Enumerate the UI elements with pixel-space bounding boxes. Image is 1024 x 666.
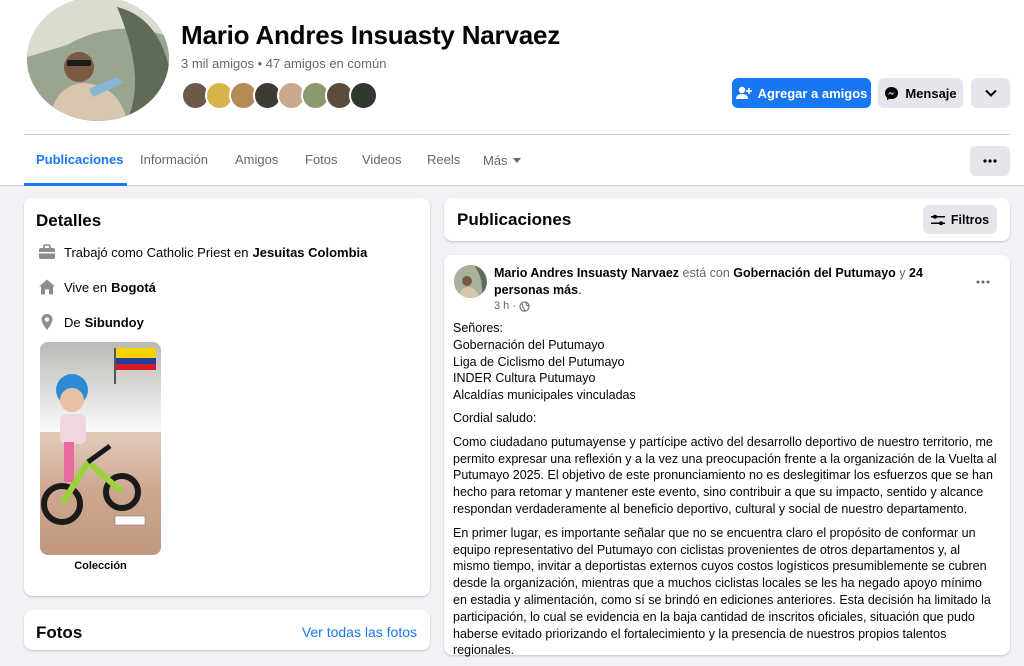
post-paragraph: Como ciudadano putumayense y partícipe a… xyxy=(453,434,997,516)
tab-informacion[interactable]: Información xyxy=(140,136,208,186)
photos-title: Fotos xyxy=(36,623,83,642)
collection-label[interactable]: Colección xyxy=(40,560,161,572)
post-options-button[interactable] xyxy=(976,271,998,284)
chevron-down-icon xyxy=(984,89,997,97)
post-body: Señores: Gobernación del Putumayo Liga d… xyxy=(453,320,999,666)
post-greeting-line: Señores: xyxy=(453,321,504,335)
detail-work-prefix: Trabajó como Catholic Priest en xyxy=(64,244,249,260)
header-divider xyxy=(24,134,1010,135)
tab-publicaciones[interactable]: Publicaciones xyxy=(24,136,127,186)
profile-name: Mario Andres Insuasty Narvaez xyxy=(181,20,561,50)
post-author-avatar[interactable] xyxy=(454,265,487,298)
post-salutation: Cordial saludo: xyxy=(453,410,537,425)
friend-avatar[interactable] xyxy=(349,81,378,110)
add-friend-icon xyxy=(735,86,752,99)
detail-work-place[interactable]: Jesuitas Colombia xyxy=(253,245,368,260)
detail-from: De Sibundoy xyxy=(38,311,144,333)
add-friend-label: Agregar a amigos xyxy=(757,85,868,101)
location-pin-icon xyxy=(41,314,53,330)
detail-from-place[interactable]: Sibundoy xyxy=(85,315,144,330)
message-label: Mensaje xyxy=(905,85,957,101)
post-greeting-line: INDER Cultura Putumayo xyxy=(453,371,596,386)
detail-lives: Vive en Bogotá xyxy=(38,276,156,298)
posts-title: Publicaciones xyxy=(457,210,572,229)
post-time: 3 h · xyxy=(494,300,517,312)
post-author-name[interactable]: Mario Andres Insuasty Narvaez xyxy=(494,266,679,280)
briefcase-icon xyxy=(39,244,55,259)
filters-label: Filtros xyxy=(950,212,990,227)
photos-card: Fotos Ver todas las fotos xyxy=(24,610,430,650)
add-friend-button[interactable]: Agregar a amigos xyxy=(732,78,871,108)
post-paragraph: En primer lugar, es importante señalar q… xyxy=(453,525,991,658)
detail-lives-prefix: Vive en xyxy=(64,279,108,295)
ellipsis-icon xyxy=(983,159,997,163)
globe-icon xyxy=(519,300,530,312)
post-with-text: está con xyxy=(682,266,730,280)
posts-header-card: Publicaciones Filtros xyxy=(444,198,1010,241)
tab-amigos[interactable]: Amigos xyxy=(235,136,278,186)
post-greeting: Señores: Gobernación del Putumayo Liga d… xyxy=(453,320,999,404)
tab-fotos[interactable]: Fotos xyxy=(305,136,338,186)
profile-avatar[interactable] xyxy=(24,0,172,124)
caret-down-icon xyxy=(512,158,521,163)
message-button[interactable]: Mensaje xyxy=(878,78,963,108)
messenger-icon xyxy=(885,86,899,100)
tab-mas[interactable]: Más xyxy=(483,136,521,186)
details-title: Detalles xyxy=(36,211,102,230)
home-icon xyxy=(39,279,55,295)
post-greeting-line: Gobernación del Putumayo xyxy=(453,337,605,352)
post-card: Mario Andres Insuasty Narvaez está con G… xyxy=(444,255,1010,657)
filters-button[interactable]: Filtros xyxy=(923,205,997,234)
detail-work: Trabajó como Catholic Priest en Jesuitas… xyxy=(38,241,367,263)
tab-mas-label: Más xyxy=(483,153,508,168)
post-header-period: . xyxy=(578,283,582,297)
post-header-line: Mario Andres Insuasty Narvaez está con G… xyxy=(494,265,934,299)
details-card: Detalles Trabajó como Catholic Priest en… xyxy=(24,198,430,596)
tab-videos[interactable]: Videos xyxy=(362,136,402,186)
post-greeting-line: Liga de Ciclismo del Putumayo xyxy=(453,354,625,369)
detail-lives-place[interactable]: Bogotá xyxy=(111,280,156,295)
detail-from-prefix: De xyxy=(64,314,81,330)
post-tagged-page[interactable]: Gobernación del Putumayo xyxy=(733,266,896,280)
post-timestamp[interactable]: 3 h · xyxy=(494,300,530,312)
profile-menu-button[interactable] xyxy=(970,146,1010,176)
ellipsis-icon xyxy=(976,280,990,284)
more-options-button[interactable] xyxy=(971,78,1010,108)
see-all-photos-link[interactable]: Ver todas las fotos xyxy=(302,624,417,640)
profile-header: Mario Andres Insuasty Narvaez 3 mil amig… xyxy=(0,0,1024,186)
post-and-text: y xyxy=(899,266,906,280)
filters-icon xyxy=(930,214,945,225)
friends-summary[interactable]: 3 mil amigos • 47 amigos en común xyxy=(181,56,386,71)
featured-collection-thumbnail[interactable] xyxy=(40,342,161,555)
post-greeting-line: Alcaldías municipales vinculadas xyxy=(453,388,636,403)
tab-reels[interactable]: Reels xyxy=(427,136,460,186)
